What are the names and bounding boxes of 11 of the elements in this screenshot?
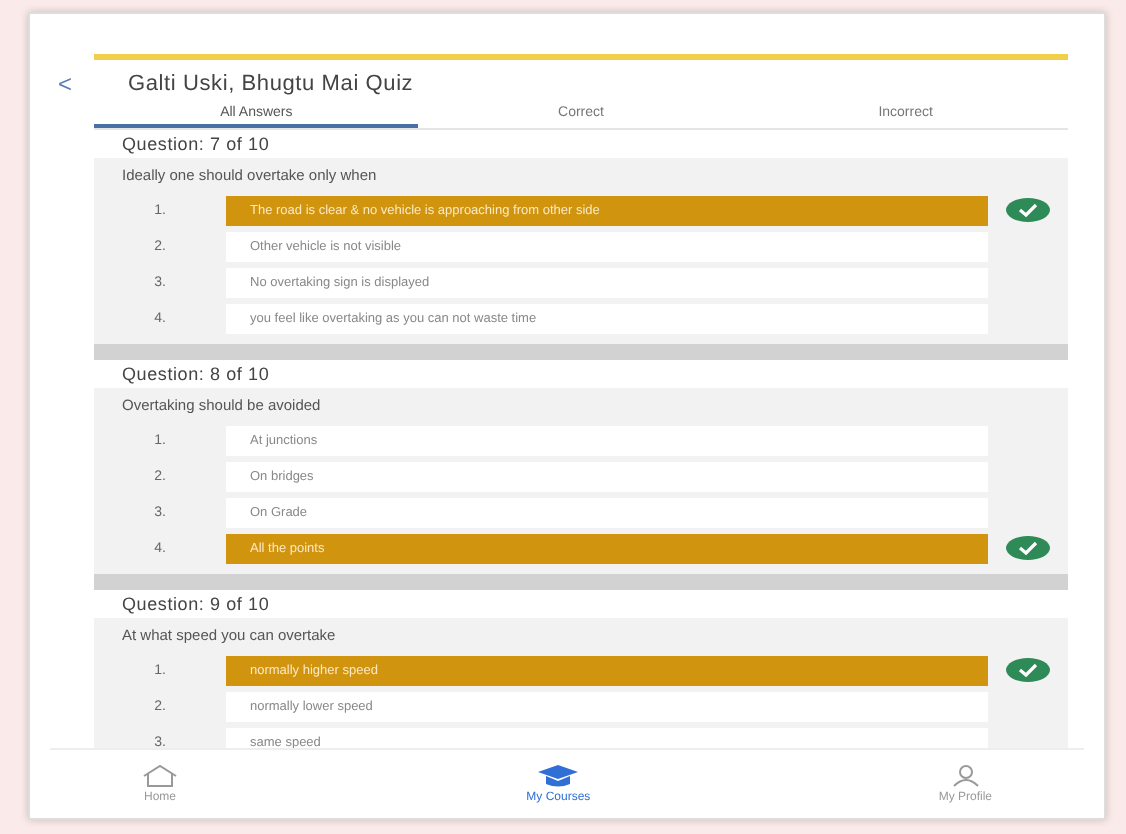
question-header: Question: 7 of 10 (94, 130, 1068, 158)
graduation-cap-icon (536, 764, 581, 788)
page-title: Galti Uski, Bhugtu Mai Quiz (128, 72, 414, 96)
back-button[interactable]: < (50, 70, 81, 98)
person-icon (949, 764, 982, 788)
house-icon (142, 764, 178, 788)
check-icon (1006, 658, 1050, 682)
check-icon (1006, 198, 1050, 222)
question-header: Question: 8 of 10 (94, 360, 1068, 388)
question-header: Question: 9 of 10 (94, 590, 1068, 618)
check-icon (1006, 536, 1050, 560)
